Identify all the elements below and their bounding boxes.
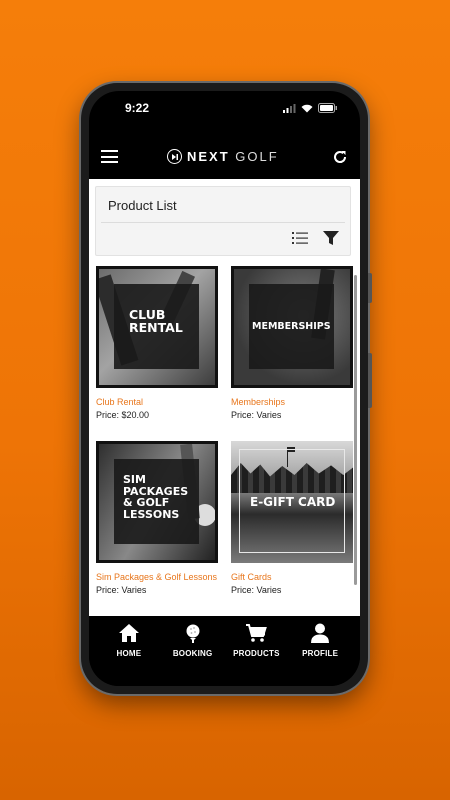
golf-ball-tee-icon <box>186 624 200 643</box>
nav-label: BOOKING <box>172 649 213 658</box>
product-image: MEMBERSHIPS <box>231 266 353 388</box>
product-image: E-GIFT CARD <box>231 441 353 563</box>
person-icon <box>311 623 330 643</box>
product-price: Price: Varies <box>231 585 282 595</box>
battery-icon <box>318 103 337 113</box>
page-title: Product List <box>108 198 177 213</box>
product-name[interactable]: Memberships <box>231 395 353 409</box>
status-icons <box>283 103 338 113</box>
product-price: Price: Varies <box>96 585 147 595</box>
wifi-icon <box>301 104 313 112</box>
brand-logo: NEXT GOLF <box>167 149 279 164</box>
divider <box>101 222 345 223</box>
product-name[interactable]: Sim Packages & Golf Lessons <box>96 570 218 584</box>
product-card-gift-cards[interactable]: E-GIFT CARD Gift Cards Price: Varies <box>231 441 353 595</box>
brand-word-next: NEXT <box>187 149 230 164</box>
product-image: SIM PACKAGES & GOLF LESSONS <box>96 441 218 563</box>
refresh-icon[interactable] <box>332 149 348 165</box>
nav-profile[interactable]: PROFILE <box>289 623 351 686</box>
list-view-icon[interactable] <box>292 231 308 245</box>
product-image: CLUB RENTAL <box>96 266 218 388</box>
cart-icon <box>246 624 268 642</box>
nav-label: HOME <box>116 649 142 658</box>
product-image-text: MEMBERSHIPS <box>252 321 331 332</box>
status-time: 9:22 <box>125 101 150 115</box>
signal-icon <box>283 103 296 113</box>
app-header: NEXT GOLF <box>89 141 360 181</box>
product-image-text: SIM PACKAGES & GOLF LESSONS <box>123 473 189 521</box>
nav-home[interactable]: HOME <box>98 623 160 686</box>
phone-frame: 9:22 NEXT GOLF Product List CLUB RENTAL … <box>81 83 372 694</box>
status-bar: 9:22 <box>89 91 360 131</box>
product-list-content: Product List CLUB RENTAL Club Rental Pri… <box>89 179 360 616</box>
product-image-text: E-GIFT CARD <box>250 495 336 509</box>
filter-icon[interactable] <box>323 230 339 246</box>
nav-label: PROFILE <box>302 649 339 658</box>
home-icon <box>118 624 139 642</box>
power-button <box>368 353 372 408</box>
product-price: Price: $20.00 <box>96 410 150 420</box>
product-card-club-rental[interactable]: CLUB RENTAL Club Rental Price: $20.00 <box>96 266 218 420</box>
product-card-sim-packages[interactable]: SIM PACKAGES & GOLF LESSONS Sim Packages… <box>96 441 218 595</box>
product-card-memberships[interactable]: MEMBERSHIPS Memberships Price: Varies <box>231 266 353 420</box>
nav-booking[interactable]: BOOKING <box>162 623 224 686</box>
product-name[interactable]: Gift Cards <box>231 570 353 584</box>
scrollbar[interactable] <box>354 275 357 585</box>
nav-label: PRODUCTS <box>233 649 280 658</box>
logo-mark-icon <box>167 149 182 164</box>
phone-screen: 9:22 NEXT GOLF Product List CLUB RENTAL … <box>89 91 360 686</box>
bottom-navigation: HOME BOOKING PRODUCTS PROFILE <box>89 616 360 686</box>
brand-word-golf: GOLF <box>235 149 279 164</box>
brand-name: NEXT GOLF <box>187 149 279 164</box>
menu-icon[interactable] <box>101 150 118 164</box>
product-name[interactable]: Club Rental <box>96 395 218 409</box>
product-list-header: Product List <box>95 186 351 256</box>
nav-products[interactable]: PRODUCTS <box>225 623 287 686</box>
product-image-text: CLUB RENTAL <box>129 307 183 335</box>
product-price: Price: Varies <box>231 410 282 420</box>
volume-button <box>368 273 372 303</box>
